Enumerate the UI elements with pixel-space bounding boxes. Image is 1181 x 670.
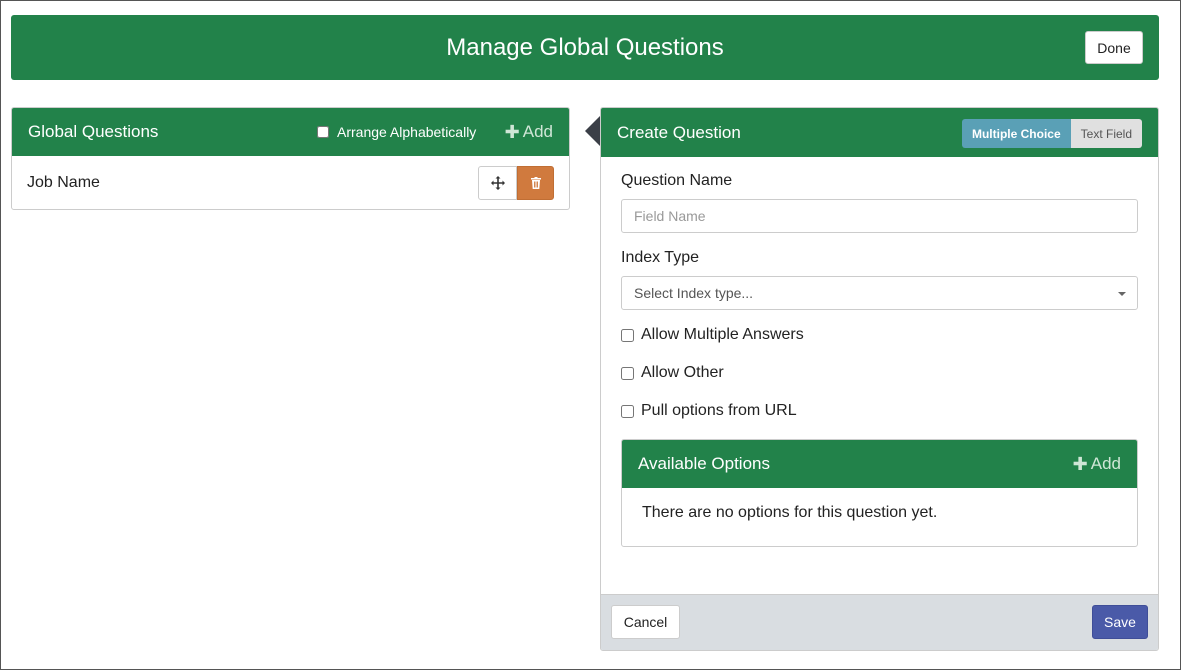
index-type-select[interactable]: Select Index type... <box>621 276 1138 310</box>
page-title: Manage Global Questions <box>446 33 724 61</box>
available-options-title: Available Options <box>638 454 770 473</box>
global-questions-header: Global Questions Arrange Alphabetically … <box>12 108 569 156</box>
allow-multiple-answers-option[interactable]: Allow Multiple Answers <box>621 326 804 344</box>
pull-options-from-url-option[interactable]: Pull options from URL <box>621 402 797 420</box>
chevron-down-icon <box>1118 292 1126 296</box>
done-button[interactable]: Done <box>1085 31 1143 64</box>
plus-icon: ✚ <box>504 121 520 142</box>
allow-multiple-answers-checkbox[interactable] <box>621 328 634 342</box>
index-type-label: Index Type <box>621 249 699 266</box>
global-questions-panel: Global Questions Arrange Alphabetically … <box>11 107 570 210</box>
list-item[interactable]: Job Name <box>12 156 569 209</box>
arrange-alphabetically-toggle[interactable]: Arrange Alphabetically <box>317 108 476 156</box>
multiple-choice-button[interactable]: Multiple Choice <box>961 119 1071 148</box>
cancel-button[interactable]: Cancel <box>611 605 680 639</box>
add-option-label: Add <box>1090 454 1121 473</box>
create-question-title: Create Question <box>617 122 741 142</box>
move-button[interactable] <box>478 166 517 200</box>
question-name-label: Question Name <box>621 172 733 189</box>
text-field-button[interactable]: Text Field <box>1070 119 1142 148</box>
pull-options-from-url-checkbox[interactable] <box>621 404 634 418</box>
create-question-header: Create Question Multiple Choice Text Fie… <box>601 108 1158 157</box>
move-icon <box>490 176 505 190</box>
question-name-input[interactable] <box>621 199 1138 233</box>
question-item-label: Job Name <box>27 174 100 191</box>
available-options-header: Available Options ✚ Add <box>622 440 1137 488</box>
allow-other-checkbox[interactable] <box>621 366 634 380</box>
save-button[interactable]: Save <box>1092 605 1148 639</box>
question-type-toggle: Multiple Choice Text Field <box>961 119 1142 148</box>
add-question-label: Add <box>522 122 553 141</box>
trash-icon <box>530 177 541 189</box>
add-question-button[interactable]: ✚ Add <box>505 108 553 156</box>
arrange-alphabetically-label: Arrange Alphabetically <box>337 124 477 140</box>
allow-multiple-answers-label: Allow Multiple Answers <box>641 326 804 343</box>
pull-options-from-url-label: Pull options from URL <box>641 402 797 419</box>
create-question-panel: Create Question Multiple Choice Text Fie… <box>600 107 1159 651</box>
allow-other-label: Allow Other <box>641 364 724 381</box>
allow-other-option[interactable]: Allow Other <box>621 364 724 382</box>
add-option-button[interactable]: ✚ Add <box>1073 440 1121 488</box>
plus-icon: ✚ <box>1072 453 1088 474</box>
global-questions-title: Global Questions <box>28 122 159 141</box>
item-actions <box>478 166 554 200</box>
index-type-value: Select Index type... <box>634 285 754 301</box>
delete-button[interactable] <box>517 166 554 200</box>
create-question-footer: Cancel Save <box>601 594 1158 650</box>
panel-pointer <box>585 115 601 147</box>
page-header: Manage Global Questions Done <box>11 15 1159 80</box>
available-options-panel: Available Options ✚ Add There are no opt… <box>621 439 1138 547</box>
arrange-alphabetically-checkbox[interactable] <box>317 126 329 138</box>
available-options-empty-text: There are no options for this question y… <box>642 504 938 521</box>
